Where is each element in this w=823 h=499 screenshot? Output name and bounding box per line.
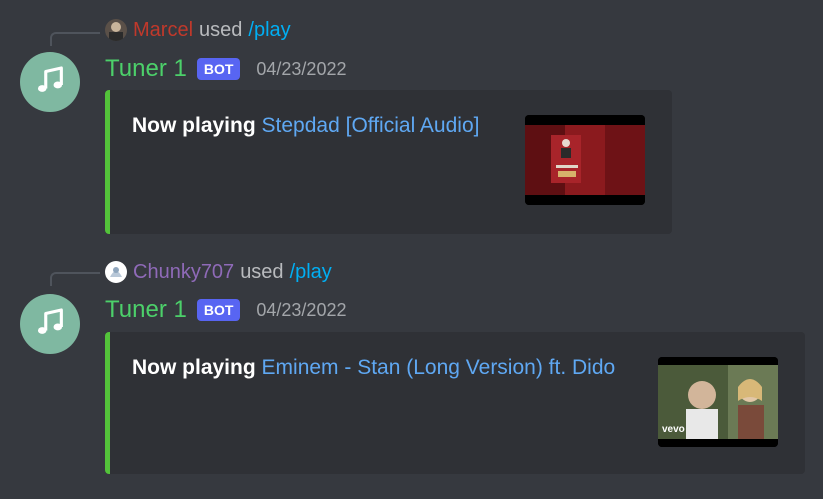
- track-thumbnail[interactable]: [525, 115, 645, 205]
- reply-username[interactable]: Chunky707: [133, 261, 234, 284]
- reply-used-text: used: [199, 18, 243, 41]
- message-header: Tuner 1 BOT 04/23/2022: [105, 295, 346, 325]
- reply-user-avatar[interactable]: [105, 261, 127, 283]
- bot-tag: BOT: [196, 299, 241, 321]
- embed-description: Now playing Eminem - Stan (Long Version)…: [132, 356, 615, 380]
- reply-command[interactable]: /play: [248, 19, 290, 42]
- reply-reference[interactable]: Marcel used /play: [105, 18, 291, 42]
- author-name[interactable]: Tuner 1: [105, 55, 187, 83]
- reply-connector: [50, 272, 100, 286]
- embed-description: Now playing Stepdad [Official Audio]: [132, 114, 479, 138]
- reply-reference[interactable]: Chunky707 used /play: [105, 260, 332, 284]
- music-note-icon: [33, 305, 67, 344]
- now-playing-label: Now playing: [132, 356, 256, 379]
- bot-avatar[interactable]: [20, 294, 80, 354]
- message-header: Tuner 1 BOT 04/23/2022: [105, 54, 346, 84]
- now-playing-embed: Now playing Stepdad [Official Audio]: [105, 90, 672, 234]
- now-playing-embed: Now playing Eminem - Stan (Long Version)…: [105, 332, 805, 474]
- reply-connector: [50, 32, 100, 46]
- now-playing-label: Now playing: [132, 114, 256, 137]
- vevo-watermark: vevo: [662, 424, 685, 435]
- track-thumbnail[interactable]: vevo: [658, 357, 778, 447]
- reply-command[interactable]: /play: [290, 261, 332, 284]
- author-name[interactable]: Tuner 1: [105, 296, 187, 324]
- music-note-icon: [33, 63, 67, 102]
- timestamp: 04/23/2022: [256, 299, 347, 320]
- reply-username[interactable]: Marcel: [133, 19, 193, 42]
- bot-avatar[interactable]: [20, 52, 80, 112]
- timestamp: 04/23/2022: [256, 58, 347, 79]
- bot-tag: BOT: [196, 58, 241, 80]
- track-link[interactable]: Stepdad [Official Audio]: [262, 114, 480, 137]
- track-link[interactable]: Eminem - Stan (Long Version) ft. Dido: [262, 356, 616, 379]
- reply-user-avatar[interactable]: [105, 19, 127, 41]
- reply-used-text: used: [240, 260, 284, 283]
